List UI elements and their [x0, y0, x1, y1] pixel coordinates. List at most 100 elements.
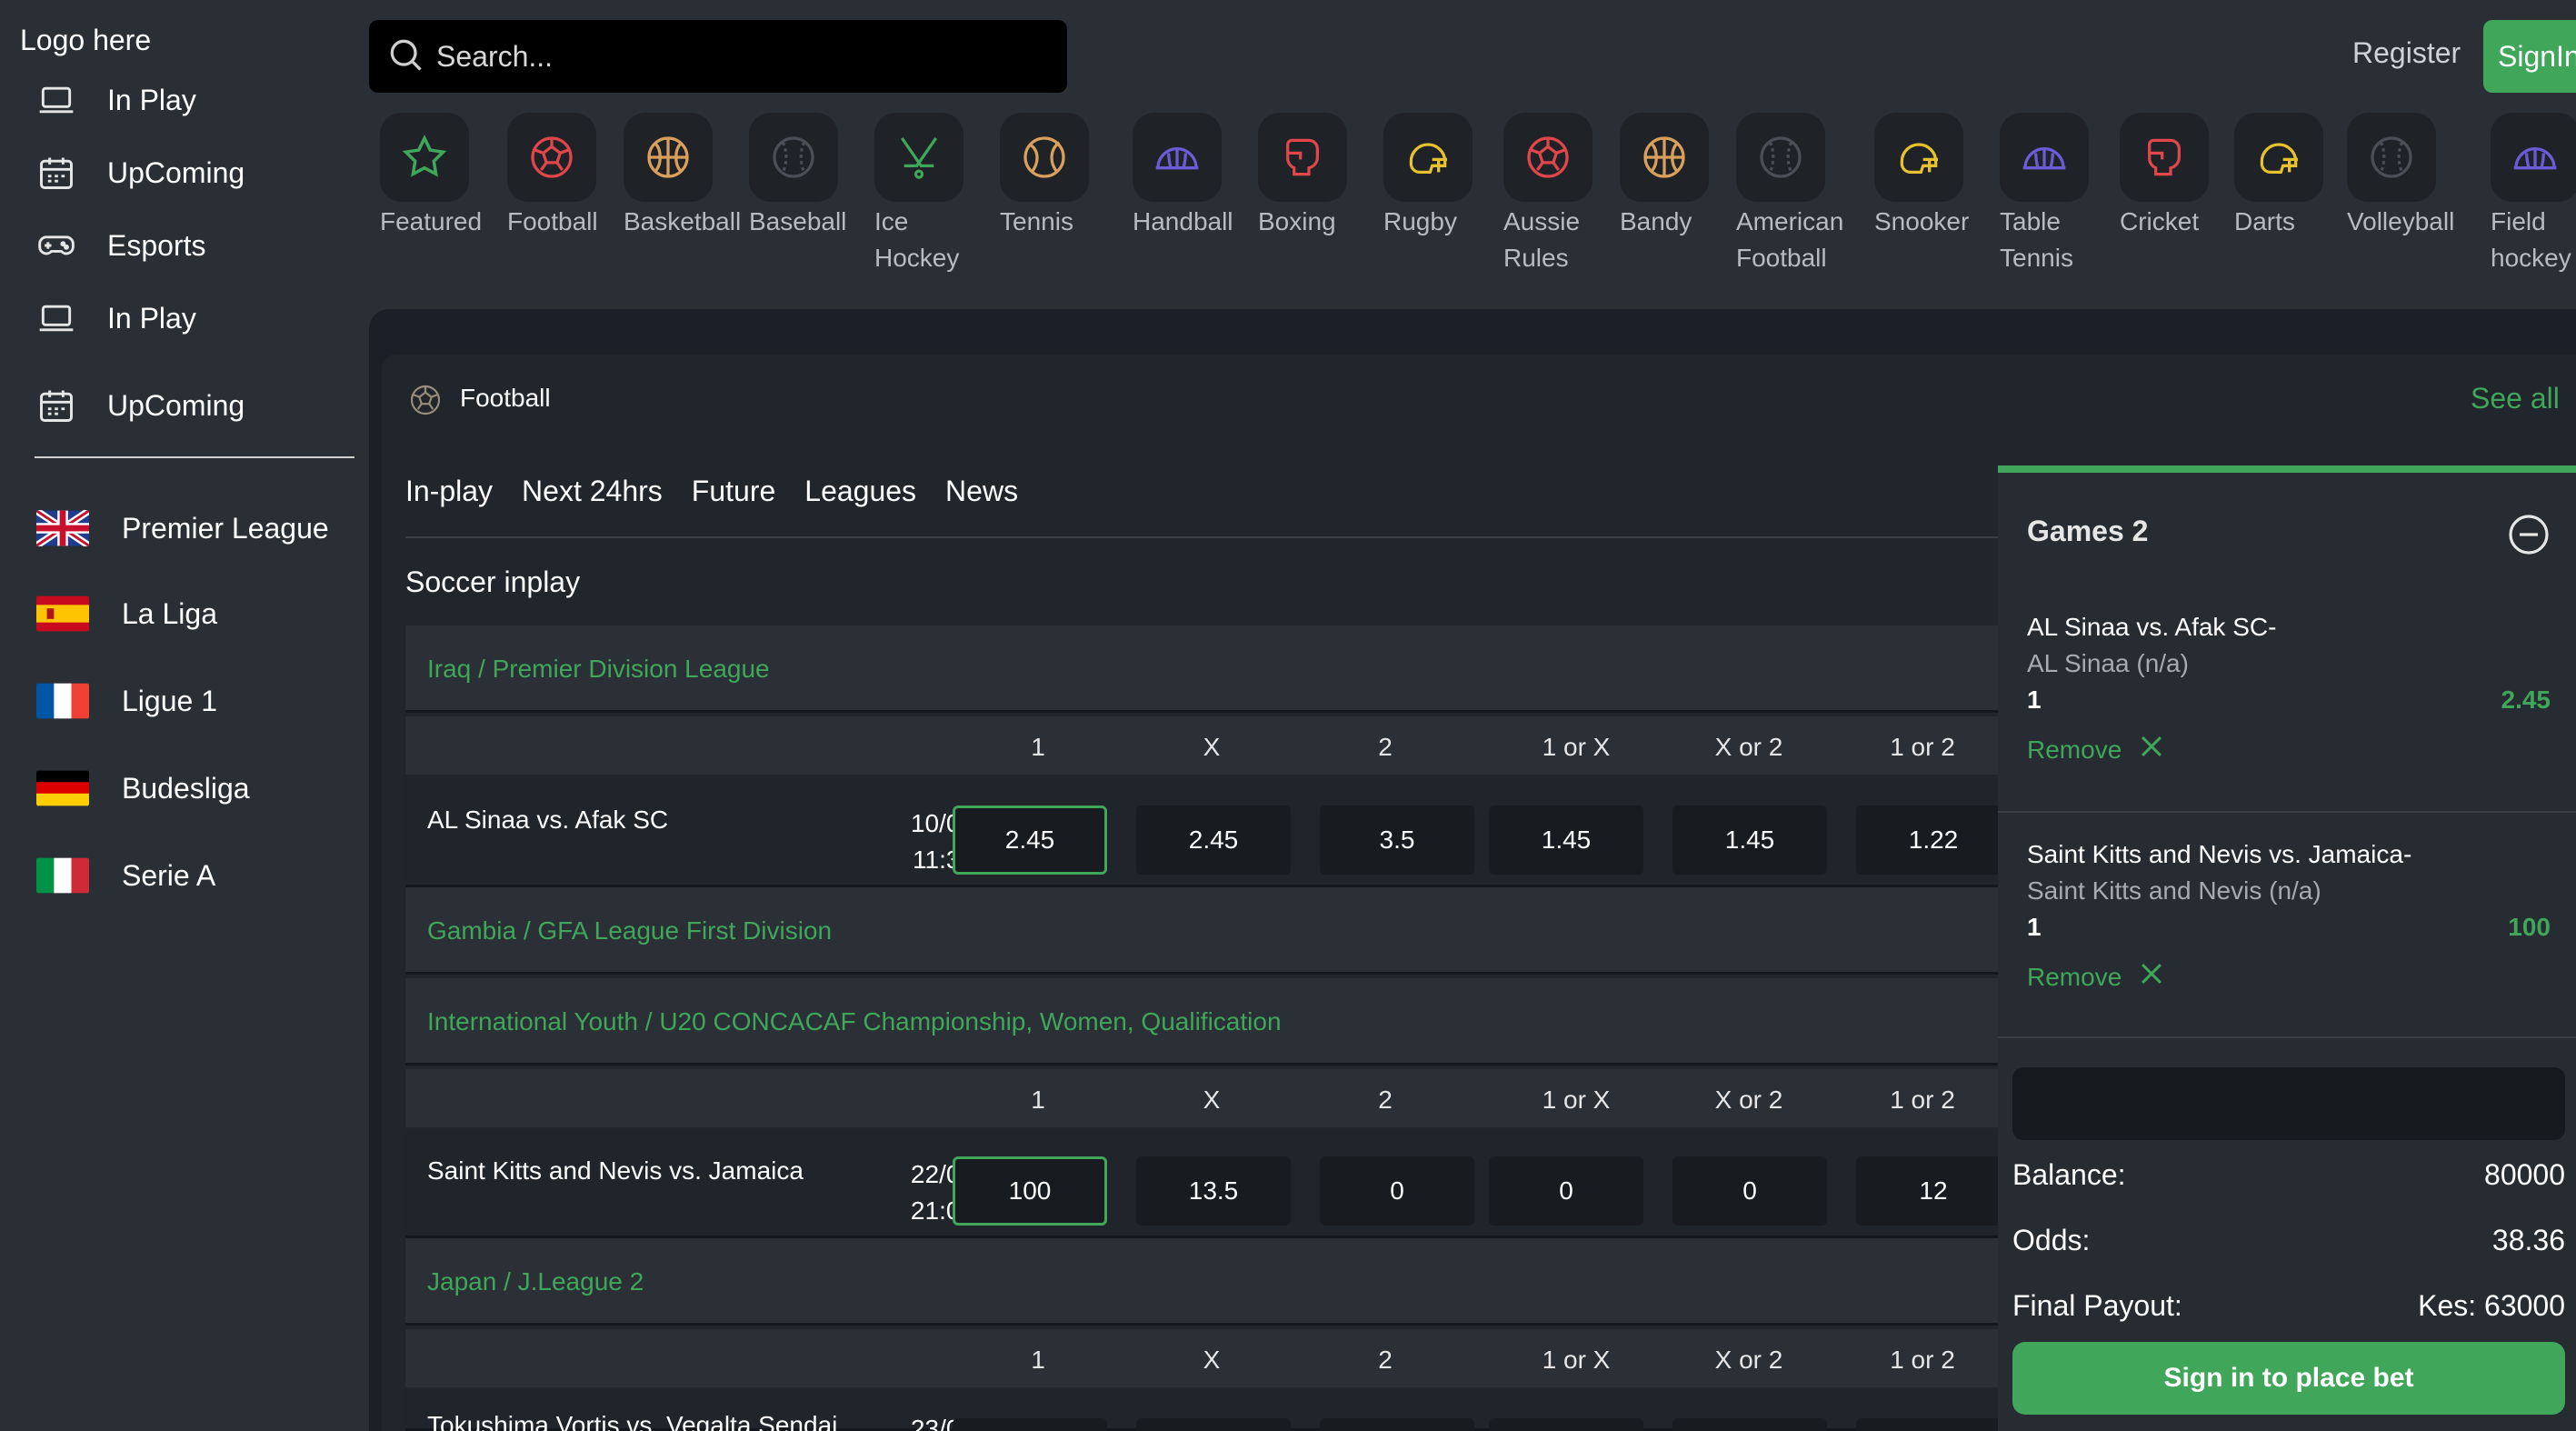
league-label: Serie A — [122, 858, 216, 892]
sidebar-item-in-play[interactable]: In Play — [35, 73, 344, 127]
sidebar-item-in-play-2[interactable]: In Play — [35, 291, 344, 345]
italy-flag-icon — [36, 857, 89, 894]
sport-tennis[interactable]: Tennis — [1000, 113, 1089, 235]
section-title: Football — [460, 384, 551, 412]
league-link[interactable]: Iraq / Premier Division League — [427, 655, 770, 684]
soccer-ball-icon — [1503, 113, 1593, 202]
odds-button-selected[interactable]: 2.45 — [953, 806, 1107, 875]
betslip-odds: 100 — [2508, 913, 2551, 941]
boxing-glove-icon — [1258, 113, 1347, 202]
balance-value: 80000 — [2484, 1158, 2565, 1191]
soccer-ball-icon — [407, 382, 444, 418]
odds-button[interactable]: 12 — [1856, 1156, 2011, 1226]
minus-circle-icon[interactable] — [2507, 513, 2551, 556]
sidebar: Logo here In Play UpComing Esports In Pl… — [0, 0, 364, 1431]
sidebar-item-label: UpComing — [107, 388, 245, 422]
market-header: X or 2 — [1714, 733, 1783, 761]
sport-cricket[interactable]: Cricket — [2120, 113, 2209, 235]
league-label: La Liga — [122, 596, 217, 630]
sidebar-item-upcoming[interactable]: UpComing — [35, 145, 344, 200]
tab-next-24hrs[interactable]: Next 24hrs — [522, 475, 663, 508]
tab-news[interactable]: News — [945, 475, 1018, 508]
sport-boxing[interactable]: Boxing — [1258, 113, 1347, 235]
odds-button[interactable]: 13.5 — [1136, 1156, 1291, 1226]
register-button[interactable]: Register — [2352, 36, 2461, 70]
sidebar-league-serie-a[interactable]: Serie A — [36, 844, 354, 907]
see-all-link[interactable]: See all — [2471, 382, 2560, 415]
sidebar-league-ligue-1[interactable]: Ligue 1 — [36, 669, 354, 733]
signin-button[interactable]: SignIn — [2483, 20, 2576, 93]
odds-button[interactable]: 0 — [1489, 1156, 1643, 1226]
odds-button[interactable]: 3.5 — [1320, 806, 1474, 875]
remove-label: Remove — [2027, 735, 2122, 764]
sport-volleyball[interactable]: Volleyball — [2347, 113, 2454, 235]
sport-snooker[interactable]: Snooker — [1874, 113, 1969, 235]
match-teams[interactable]: Saint Kitts and Nevis vs. Jamaica — [427, 1156, 804, 1186]
odds-button[interactable]: 2.45 — [1136, 806, 1291, 875]
market-header: X — [1203, 1346, 1221, 1374]
soccer-ball-icon — [507, 113, 596, 202]
betslip-selection: Saint Kitts and Nevis (n/a) — [2027, 876, 2321, 905]
sport-field-hockey[interactable]: Field hockey — [2491, 113, 2576, 272]
betslip-match: Saint Kitts and Nevis vs. Jamaica- — [2027, 840, 2412, 868]
market-tabs: In-play Next 24hrs Future Leagues News — [405, 475, 1018, 508]
tab-in-play[interactable]: In-play — [405, 475, 493, 508]
odds-button[interactable]: 1.45 — [1672, 806, 1827, 875]
payout-label: Final Payout: — [2012, 1289, 2182, 1322]
odds-button[interactable]: 0 — [1320, 1156, 1474, 1226]
sidebar-league-premier-league[interactable]: Premier League — [36, 496, 354, 560]
sport-basketball[interactable]: Basketball — [624, 113, 741, 235]
league-link[interactable]: International Youth / U20 CONCACAF Champ… — [427, 1007, 1282, 1036]
league-label: Premier League — [122, 511, 329, 545]
sport-label: Tennis — [1000, 207, 1073, 235]
odds-button-selected[interactable]: 100 — [953, 1156, 1107, 1226]
odds-button[interactable] — [1672, 1418, 1827, 1431]
betslip-title: Games 2 — [2027, 515, 2149, 547]
sport-label: Volleyball — [2347, 207, 2455, 235]
odds-button[interactable]: 1.45 — [1489, 806, 1643, 875]
market-header: 1 — [1031, 733, 1045, 761]
sidebar-item-upcoming-2[interactable]: UpComing — [35, 378, 344, 433]
stake-input[interactable] — [2012, 1067, 2565, 1140]
match-teams[interactable]: Tokushima Vortis vs. Vegalta Sendai — [427, 1411, 837, 1431]
inplay-heading: Soccer inplay — [405, 565, 581, 598]
odds-button[interactable] — [1320, 1418, 1474, 1431]
odds-button[interactable]: 0 — [1672, 1156, 1827, 1226]
baseball-icon — [2347, 113, 2436, 202]
sport-darts[interactable]: Darts — [2234, 113, 2323, 235]
search-input[interactable] — [436, 39, 1018, 74]
market-header-row: 1 X 2 1 or X X or 2 1 or 2 — [405, 1329, 1998, 1387]
odds-button[interactable] — [1489, 1418, 1643, 1431]
gamepad-icon — [35, 224, 78, 267]
league-link[interactable]: Japan / J.League 2 — [427, 1267, 644, 1296]
odds-button[interactable] — [1136, 1418, 1291, 1431]
league-link[interactable]: Gambia / GFA League First Division — [427, 916, 832, 946]
sidebar-item-esports[interactable]: Esports — [35, 218, 344, 273]
sport-featured[interactable]: Featured — [380, 113, 482, 235]
match-teams[interactable]: AL Sinaa vs. Afak SC — [427, 806, 668, 835]
betslip-odds: 2.45 — [2501, 685, 2551, 714]
sport-table-tennis[interactable]: Table Tennis — [2000, 113, 2089, 272]
tab-future[interactable]: Future — [692, 475, 775, 508]
remove-button[interactable]: Remove — [2027, 731, 2167, 768]
tab-leagues[interactable]: Leagues — [804, 475, 916, 508]
sport-bandy[interactable]: Bandy — [1620, 113, 1709, 235]
sport-football[interactable]: Football — [507, 113, 598, 235]
sport-aussie-rules[interactable]: Aussie Rules — [1503, 113, 1593, 272]
cap-icon — [2491, 113, 2576, 202]
sport-baseball[interactable]: Baseball — [749, 113, 846, 235]
remove-button[interactable]: Remove — [2027, 958, 2167, 996]
logo: Logo here — [20, 24, 152, 56]
place-bet-button[interactable]: Sign in to place bet — [2012, 1342, 2565, 1415]
odds-button[interactable]: 1.22 — [1856, 806, 2011, 875]
sport-rugby[interactable]: Rugby — [1383, 113, 1473, 235]
sidebar-league-bundesliga[interactable]: Budesliga — [36, 756, 354, 820]
helmet-icon — [2234, 113, 2323, 202]
sport-handball[interactable]: Handball — [1133, 113, 1233, 235]
sport-ice-hockey[interactable]: Ice Hockey — [874, 113, 964, 272]
sport-american-football[interactable]: American Football — [1736, 113, 1843, 272]
sidebar-league-la-liga[interactable]: La Liga — [36, 582, 354, 645]
betslip-selection: AL Sinaa (n/a) — [2027, 649, 2189, 677]
odds-button[interactable] — [953, 1418, 1107, 1431]
odds-button[interactable] — [1856, 1418, 2011, 1431]
